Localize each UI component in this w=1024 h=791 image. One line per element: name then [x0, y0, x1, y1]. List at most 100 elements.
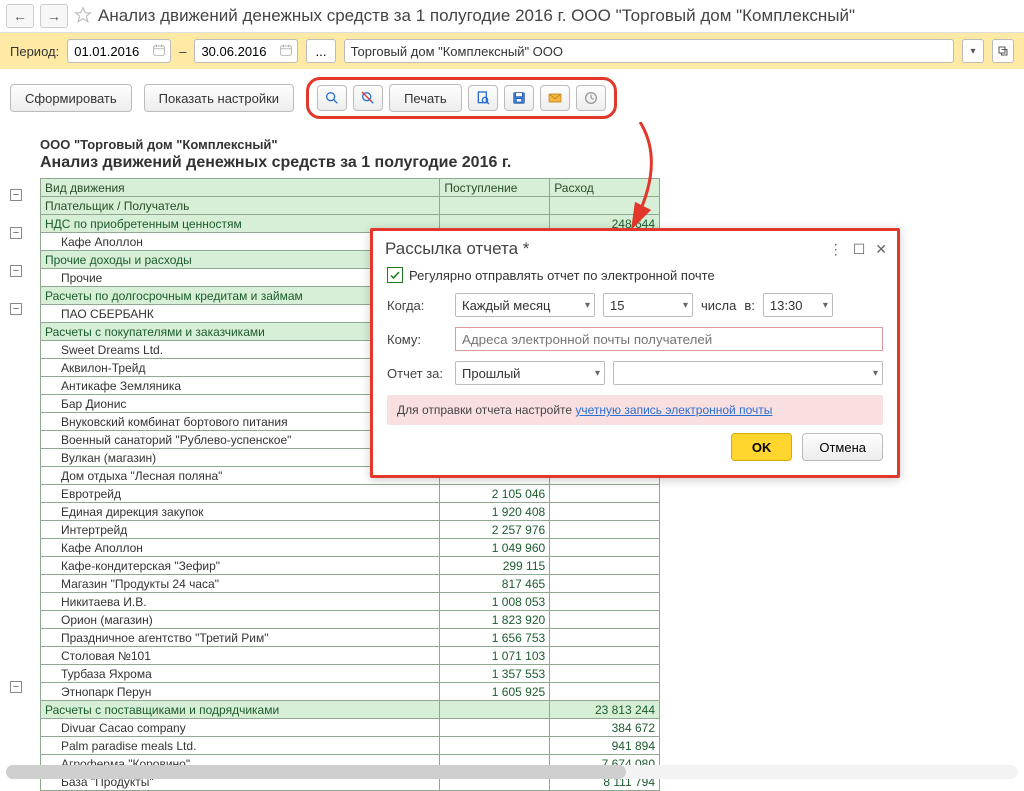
- row-name: Интертрейд: [41, 521, 440, 539]
- print-button[interactable]: Печать: [389, 84, 462, 112]
- row-expense: [550, 503, 660, 521]
- email-button[interactable]: [540, 85, 570, 111]
- tree-collapse-node[interactable]: −: [10, 189, 22, 201]
- row-name: Единая дирекция закупок: [41, 503, 440, 521]
- row-name: Турбаза Яхрома: [41, 665, 440, 683]
- table-row[interactable]: Этнопарк Перун1 605 925: [41, 683, 660, 701]
- regular-send-checkbox[interactable]: [387, 267, 403, 283]
- row-name: Столовая №101: [41, 647, 440, 665]
- row-name: Евротрейд: [41, 485, 440, 503]
- day-value: 15: [610, 298, 624, 313]
- row-income: 2 105 046: [440, 485, 550, 503]
- row-expense: [550, 593, 660, 611]
- table-row[interactable]: Никитаева И.В.1 008 053: [41, 593, 660, 611]
- refresh-button[interactable]: [353, 85, 383, 111]
- period-from[interactable]: [67, 39, 171, 63]
- cancel-button[interactable]: Отмена: [802, 433, 883, 461]
- show-settings-button[interactable]: Показать настройки: [144, 84, 294, 112]
- org-dropdown-button[interactable]: ▾: [962, 39, 984, 63]
- time-select[interactable]: 13:30▾: [763, 293, 833, 317]
- table-row[interactable]: Единая дирекция закупок1 920 408: [41, 503, 660, 521]
- row-name: Этнопарк Перун: [41, 683, 440, 701]
- row-expense: [550, 485, 660, 503]
- at-label: в:: [744, 298, 755, 313]
- row-expense: [550, 611, 660, 629]
- ok-button[interactable]: OK: [731, 433, 793, 461]
- report-for-extra-select[interactable]: ▾: [613, 361, 883, 385]
- save-button[interactable]: [504, 85, 534, 111]
- dialog-maximize-icon[interactable]: ☐: [853, 241, 866, 258]
- warning-text: Для отправки отчета настройте: [397, 403, 575, 417]
- warning-row: Для отправки отчета настройте учетную за…: [387, 395, 883, 425]
- back-button[interactable]: ←: [6, 4, 34, 28]
- email-account-link[interactable]: учетную запись электронной почты: [575, 403, 772, 417]
- scrollbar-thumb[interactable]: [6, 765, 626, 779]
- row-income: 1 823 920: [440, 611, 550, 629]
- row-expense: 941 894: [550, 737, 660, 755]
- find-button[interactable]: [317, 85, 347, 111]
- schedule-button[interactable]: [576, 85, 606, 111]
- row-expense: [550, 665, 660, 683]
- table-row[interactable]: Расчеты с поставщиками и подрядчиками 23 …: [41, 701, 660, 719]
- organization-value: Торговый дом "Комплексный" ООО: [351, 44, 563, 59]
- table-row[interactable]: Орион (магазин)1 823 920: [41, 611, 660, 629]
- row-expense: 23 813 244: [550, 701, 660, 719]
- table-row[interactable]: Магазин "Продукты 24 часа"817 465: [41, 575, 660, 593]
- table-row[interactable]: Кафе Аполлон1 049 960: [41, 539, 660, 557]
- forward-button[interactable]: →: [40, 4, 68, 28]
- row-name: Расчеты с поставщиками и подрядчиками: [41, 701, 440, 719]
- day-suffix: числа: [701, 298, 736, 313]
- dialog-menu-icon[interactable]: ⋮: [829, 241, 843, 258]
- table-row[interactable]: Кафе-кондитерская "Зефир"299 115: [41, 557, 660, 575]
- row-name: Palm paradise meals Ltd.: [41, 737, 440, 755]
- calendar-icon[interactable]: [279, 43, 293, 60]
- row-name: Divuar Cacao company: [41, 719, 440, 737]
- regular-send-label: Регулярно отправлять отчет по электронно…: [409, 268, 715, 283]
- row-expense: [550, 557, 660, 575]
- col-income: Поступление: [440, 179, 550, 197]
- row-income: 1 357 553: [440, 665, 550, 683]
- day-select[interactable]: 15▾: [603, 293, 693, 317]
- report-for-label: Отчет за:: [387, 366, 447, 381]
- dialog-close-icon[interactable]: ✕: [875, 241, 887, 258]
- row-expense: [550, 629, 660, 647]
- favorite-star-icon[interactable]: [74, 6, 92, 27]
- report-mailing-dialog: Рассылка отчета * ⋮ ☐ ✕ Регулярно отправ…: [370, 228, 900, 478]
- organization-select[interactable]: Торговый дом "Комплексный" ООО: [344, 39, 954, 63]
- recipients-input[interactable]: [455, 327, 883, 351]
- row-expense: [550, 683, 660, 701]
- org-open-button[interactable]: [992, 39, 1014, 63]
- period-from-input[interactable]: [72, 43, 152, 60]
- row-expense: [550, 575, 660, 593]
- table-row[interactable]: Palm paradise meals Ltd. 941 894: [41, 737, 660, 755]
- row-income: 1 008 053: [440, 593, 550, 611]
- report-for-select[interactable]: Прошлый▾: [455, 361, 605, 385]
- table-row[interactable]: Праздничное агентство "Третий Рим"1 656 …: [41, 629, 660, 647]
- horizontal-scrollbar[interactable]: [6, 765, 1018, 779]
- page-title: Анализ движений денежных средств за 1 по…: [98, 6, 855, 26]
- row-name: Магазин "Продукты 24 часа": [41, 575, 440, 593]
- table-row[interactable]: Столовая №1011 071 103: [41, 647, 660, 665]
- frequency-value: Каждый месяц: [462, 298, 550, 313]
- row-income: 1 049 960: [440, 539, 550, 557]
- tree-collapse-node[interactable]: −: [10, 227, 22, 239]
- row-income: 817 465: [440, 575, 550, 593]
- table-row[interactable]: Турбаза Яхрома1 357 553: [41, 665, 660, 683]
- to-label: Кому:: [387, 332, 447, 347]
- preview-button[interactable]: [468, 85, 498, 111]
- period-label: Период:: [10, 44, 59, 59]
- row-name: Никитаева И.В.: [41, 593, 440, 611]
- generate-button[interactable]: Сформировать: [10, 84, 132, 112]
- frequency-select[interactable]: Каждый месяц▾: [455, 293, 595, 317]
- tree-collapse-node[interactable]: −: [10, 265, 22, 277]
- table-row[interactable]: Интертрейд2 257 976: [41, 521, 660, 539]
- period-picker-button[interactable]: ...: [306, 39, 335, 63]
- calendar-icon[interactable]: [152, 43, 166, 60]
- table-row[interactable]: Евротрейд2 105 046: [41, 485, 660, 503]
- period-to[interactable]: [194, 39, 298, 63]
- row-income: [440, 719, 550, 737]
- table-row[interactable]: Divuar Cacao company384 672: [41, 719, 660, 737]
- period-to-input[interactable]: [199, 43, 279, 60]
- tree-collapse-node[interactable]: −: [10, 303, 22, 315]
- tree-collapse-node[interactable]: −: [10, 681, 22, 693]
